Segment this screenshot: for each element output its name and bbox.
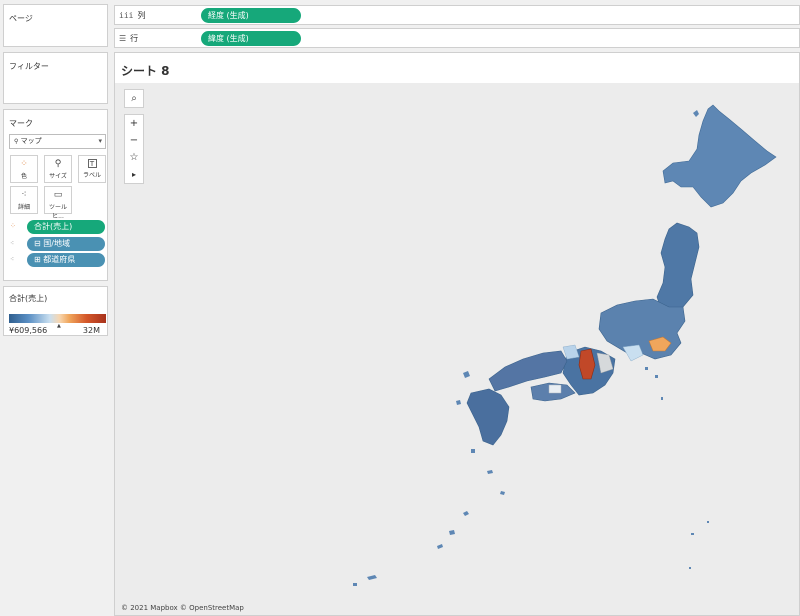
map-region-island[interactable] — [456, 400, 461, 405]
map-zoom-tools: + − ☆ ▸ — [124, 114, 144, 184]
map-region-island[interactable] — [691, 533, 694, 535]
columns-shelf[interactable]: iii 列 経度 (生成) — [114, 5, 800, 25]
map-region-island[interactable] — [655, 375, 658, 378]
legend-title: 合計(売上) — [9, 294, 48, 303]
map-region-kyushu[interactable] — [466, 388, 510, 446]
search-icon[interactable]: ⌕ — [125, 90, 143, 107]
map-region-island[interactable] — [707, 521, 709, 523]
pages-panel: ページ — [3, 4, 108, 47]
rows-icon: ☰ — [119, 34, 127, 43]
marks-pill-row: ⁖ ⊟ 国/地域 — [10, 237, 106, 251]
tooltip-button[interactable]: ▭ ツールヒ... — [44, 186, 72, 220]
mark-type-dropdown[interactable]: ⚲ マップ ▾ — [9, 134, 106, 149]
pages-title: ページ — [9, 14, 33, 23]
label-button[interactable]: T ラベル — [78, 155, 106, 183]
longitude-pill[interactable]: 経度 (生成) — [201, 8, 301, 23]
marks-pill-row: ⁖ ⊞ 都道府県 — [10, 253, 106, 267]
zoom-out-icon[interactable]: − — [125, 132, 143, 149]
label-button-label: ラベル — [82, 172, 101, 179]
sheet-title: シート 8 — [121, 64, 170, 78]
map-region-island[interactable] — [437, 544, 443, 549]
detail-button-label: 詳細 — [17, 204, 30, 211]
label-icon: T — [87, 159, 97, 168]
columns-icon: iii — [119, 11, 134, 20]
color-button[interactable]: ⁘ 色 — [10, 155, 38, 183]
color-sales-pill[interactable]: 合計(売上) — [27, 220, 105, 234]
chevron-down-icon: ▾ — [98, 137, 102, 145]
rows-label: 行 — [130, 34, 139, 43]
color-button-label: 色 — [20, 173, 27, 180]
map-region-chugoku-light[interactable] — [562, 344, 580, 360]
tooltip-icon: ▭ — [53, 190, 63, 200]
detail-icon: ⁖ — [10, 239, 15, 247]
country-pill[interactable]: ⊟ 国/地域 — [27, 237, 105, 251]
detail-button[interactable]: ⁖ 詳細 — [10, 186, 38, 214]
marks-title: マーク — [9, 119, 33, 128]
legend-min: ¥609,566 — [9, 326, 48, 335]
map-region-island[interactable] — [645, 367, 648, 370]
latitude-pill[interactable]: 緯度 (生成) — [201, 31, 301, 46]
legend-marker: ▲ — [57, 323, 61, 329]
size-button[interactable]: ⚲ サイズ — [44, 155, 72, 183]
rows-shelf[interactable]: ☰ 行 緯度 (生成) — [114, 28, 800, 48]
legend-gradient — [9, 314, 106, 323]
map-region-tohoku[interactable] — [656, 222, 700, 312]
map-attribution[interactable]: © 2021 Mapbox © OpenStreetMap — [121, 604, 244, 612]
map-icon: ⚲ — [14, 138, 19, 145]
size-button-label: サイズ — [49, 173, 67, 180]
color-legend[interactable]: 合計(売上) ▲ ¥609,566 32M — [3, 286, 108, 336]
map-region-island[interactable] — [367, 575, 377, 580]
detail-icon: ⁖ — [10, 255, 15, 263]
columns-label: 列 — [137, 11, 146, 20]
map-region-kanto-chubu[interactable] — [598, 298, 686, 360]
map-region-island[interactable] — [449, 530, 455, 535]
map-region-island[interactable] — [463, 371, 470, 378]
map-region-island[interactable] — [693, 110, 699, 117]
map-region-island[interactable] — [487, 470, 493, 474]
map-region-hokkaido[interactable] — [662, 104, 777, 208]
filters-panel[interactable]: フィルター — [3, 52, 108, 104]
detail-icon: ⁖ — [21, 190, 27, 200]
legend-max: 32M — [82, 326, 100, 335]
map-region-island[interactable] — [500, 491, 505, 495]
map-view[interactable]: シート 8 ⌕ + − ☆ ▸ © 2021 Mapbox © OpenStre… — [114, 52, 800, 616]
color-dots-icon: ⁘ — [20, 159, 28, 169]
mark-type-label: マップ — [20, 137, 42, 145]
prefecture-pill[interactable]: ⊞ 都道府県 — [27, 253, 105, 267]
japan-map[interactable] — [115, 53, 800, 616]
pin-icon[interactable]: ☆ — [125, 149, 143, 166]
map-region-kanto-light[interactable] — [622, 344, 644, 362]
sheet-header: シート 8 — [115, 53, 799, 83]
map-region-island[interactable] — [463, 511, 469, 516]
marks-panel: マーク ⚲ マップ ▾ ⁘ 色 ⚲ サイズ T ラベル ⁖ 詳細 ▭ ツールヒ.… — [3, 109, 108, 281]
rows-shelf-label: ☰ 行 — [119, 33, 138, 44]
map-search-tool[interactable]: ⌕ — [124, 89, 144, 108]
map-region-island[interactable] — [353, 583, 357, 586]
size-icon: ⚲ — [54, 159, 62, 169]
map-region-island[interactable] — [689, 567, 691, 569]
filters-title: フィルター — [9, 62, 49, 71]
columns-shelf-label: iii 列 — [119, 10, 145, 21]
map-region-island[interactable] — [661, 397, 663, 400]
play-icon[interactable]: ▸ — [125, 166, 143, 183]
marks-pill-row: ⁘ 合計(売上) — [10, 220, 106, 234]
map-region-shikoku-light[interactable] — [548, 384, 562, 394]
color-dots-icon: ⁘ — [10, 222, 16, 230]
zoom-in-icon[interactable]: + — [125, 115, 143, 132]
map-region-island[interactable] — [471, 449, 475, 453]
tooltip-button-label: ツールヒ... — [48, 204, 67, 220]
